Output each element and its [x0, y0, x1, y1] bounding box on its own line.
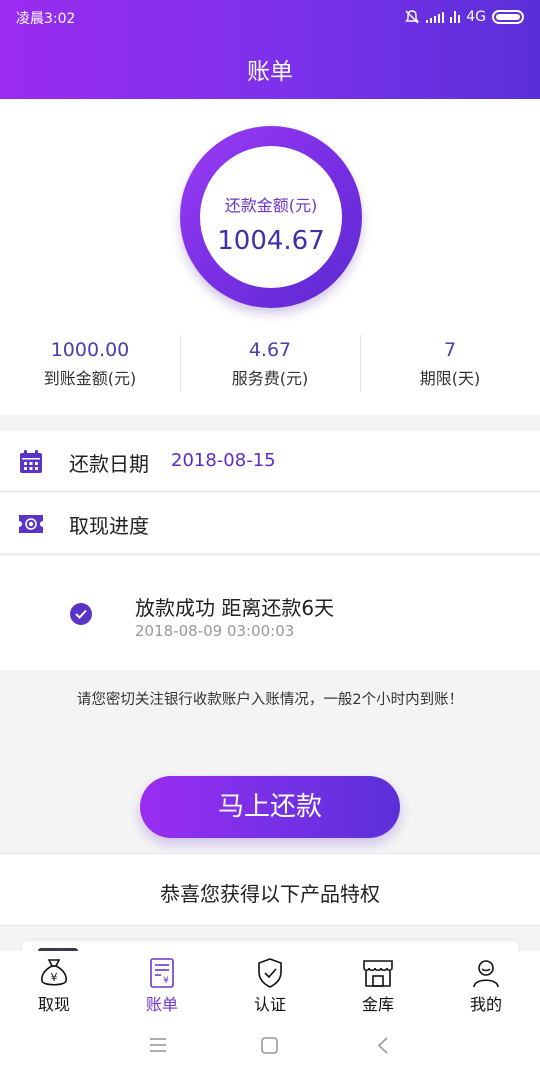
network-type: 4G [466, 9, 486, 25]
stat-value: 7 [443, 339, 457, 361]
store-icon [363, 960, 393, 987]
tab-certify[interactable]: 认证 [216, 951, 324, 1017]
arrival-notice: 请您密切关注银行收款账户入账情况，一般2个小时内到账！ [76, 692, 464, 708]
battery-icon [492, 10, 524, 24]
svg-text:¥: ¥ [51, 971, 58, 984]
wifi-signal-icon [426, 11, 445, 23]
tab-label: 账单 [145, 995, 178, 1014]
progress-step-title: 放款成功 距离还款6天 [135, 596, 335, 620]
cell-signal-icon [450, 11, 461, 23]
app-header: 凌晨3:02 4G 账单 [0, 0, 540, 99]
withdraw-progress-label: 取现进度 [69, 514, 149, 538]
page-title: 账单 [247, 59, 293, 85]
check-circle-icon [70, 603, 92, 625]
tab-vault[interactable]: 金库 [324, 951, 432, 1017]
svg-text:¥: ¥ [163, 976, 169, 986]
stat-label: 期限(天) [419, 369, 481, 388]
repay-date-value: 2018-08-15 [171, 450, 276, 471]
menu-icon[interactable] [149, 1037, 167, 1053]
progress-step-time: 2018-08-09 03:00:03 [135, 622, 295, 640]
calendar-icon [20, 450, 42, 473]
repay-date-row: 还款日期 2018-08-15 [0, 431, 540, 492]
back-icon[interactable] [377, 1037, 389, 1054]
tab-label: 认证 [253, 995, 286, 1014]
tab-label: 取现 [37, 995, 70, 1014]
repayment-amount-label: 还款金额(元) [224, 196, 318, 215]
repay-date-label: 还款日期 [69, 452, 149, 476]
withdraw-progress-row: 取现进度 [0, 493, 540, 554]
stat-value: 4.67 [248, 339, 292, 361]
stat-value: 1000.00 [50, 339, 130, 361]
bill-icon: ¥ [150, 958, 174, 988]
tab-withdraw[interactable]: ¥ 取现 [0, 951, 108, 1017]
tab-bill[interactable]: ¥ 账单 [108, 951, 216, 1017]
privilege-section: 恭喜您获得以下产品特权 [0, 853, 540, 926]
status-time: 凌晨3:02 [16, 11, 76, 27]
mute-bell-icon [405, 10, 420, 24]
bill-stats: 1000.00 到账金额(元) 4.67 服务费(元) 7 期限(天) [0, 333, 540, 393]
tab-label: 我的 [469, 995, 502, 1014]
bill-summary-card: 还款金额(元) 1004.67 1000.00 到账金额(元) 4.67 服务费… [0, 99, 540, 415]
progress-ticket-icon [19, 515, 43, 533]
privilege-title: 恭喜您获得以下产品特权 [160, 882, 380, 906]
tab-mine[interactable]: 我的 [432, 951, 540, 1017]
status-bar: 凌晨3:02 4G [0, 0, 540, 34]
tab-label: 金库 [361, 995, 394, 1014]
shield-check-icon [258, 958, 282, 988]
repayment-amount-value: 1004.67 [217, 226, 325, 256]
user-icon [473, 960, 499, 988]
system-nav-bar [0, 1017, 540, 1080]
bottom-tab-bar: ¥ 取现 ¥ 账单 认证 金库 我的 [0, 951, 540, 1017]
repayment-amount-ring: 还款金额(元) 1004.67 [180, 126, 362, 308]
home-icon[interactable] [261, 1037, 278, 1054]
stat-label: 到账金额(元) [43, 369, 137, 388]
stat-term: 7 期限(天) [360, 333, 540, 393]
stat-service-fee: 4.67 服务费(元) [180, 333, 360, 393]
repay-now-button[interactable]: 马上还款 [140, 776, 400, 838]
stat-label: 服务费(元) [231, 369, 309, 388]
money-bag-icon: ¥ [41, 959, 67, 986]
stat-received-amount: 1000.00 到账金额(元) [0, 333, 180, 393]
status-icons: 4G [404, 7, 524, 27]
